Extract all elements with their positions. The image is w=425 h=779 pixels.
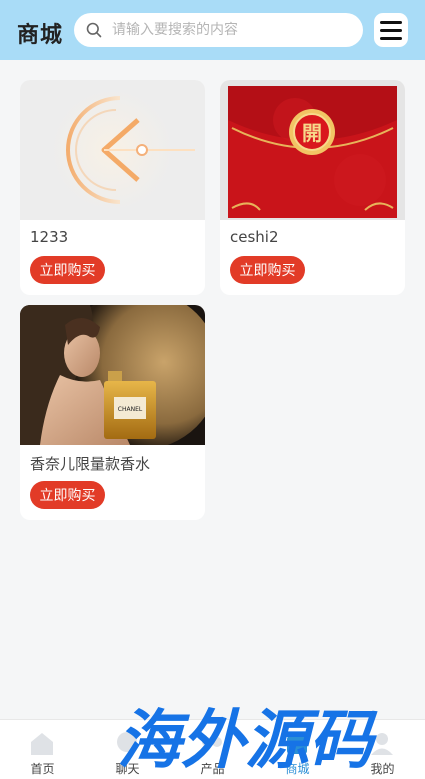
search-bar[interactable] (74, 13, 363, 47)
menu-button[interactable] (374, 13, 408, 47)
search-input[interactable] (112, 13, 352, 47)
product-card[interactable]: CHANEL 香奈儿限量款香水 立即购买 (20, 305, 205, 520)
product-name: 香奈儿限量款香水 (30, 455, 151, 473)
tab-shop[interactable]: 商城 (255, 720, 340, 779)
buy-now-button[interactable]: 立即购买 (30, 256, 105, 284)
product-card[interactable]: 開 ceshi2 立即购买 (220, 80, 405, 295)
header: 商城 (0, 0, 425, 60)
tab-product[interactable]: 产品 (170, 720, 255, 779)
product-image-perfume[interactable]: CHANEL (20, 305, 205, 445)
svg-text:CHANEL: CHANEL (118, 406, 143, 413)
shop-icon (287, 736, 307, 754)
chat-icon (117, 732, 137, 752)
search-icon (86, 22, 102, 38)
user-icon (371, 733, 393, 755)
page-title: 商城 (17, 23, 64, 48)
product-image-glowing-arrow[interactable] (20, 80, 205, 220)
hamburger-menu-icon (380, 20, 402, 24)
tab-mine[interactable]: 我的 (340, 720, 425, 779)
tab-chat[interactable]: 聊天 (85, 720, 170, 779)
home-icon (31, 733, 53, 755)
product-icon (202, 737, 222, 747)
product-image-red-envelope[interactable]: 開 (220, 80, 405, 220)
tab-home[interactable]: 首页 (0, 720, 85, 779)
product-card[interactable]: 1233 立即购买 (20, 80, 205, 295)
buy-now-button[interactable]: 立即购买 (30, 481, 105, 509)
product-name: ceshi2 (230, 228, 279, 246)
svg-text:開: 開 (302, 121, 322, 145)
product-name: 1233 (30, 228, 69, 246)
buy-now-button[interactable]: 立即购买 (230, 256, 305, 284)
bottom-tab-bar: 首页 聊天 产品 商城 我的 (0, 719, 425, 779)
